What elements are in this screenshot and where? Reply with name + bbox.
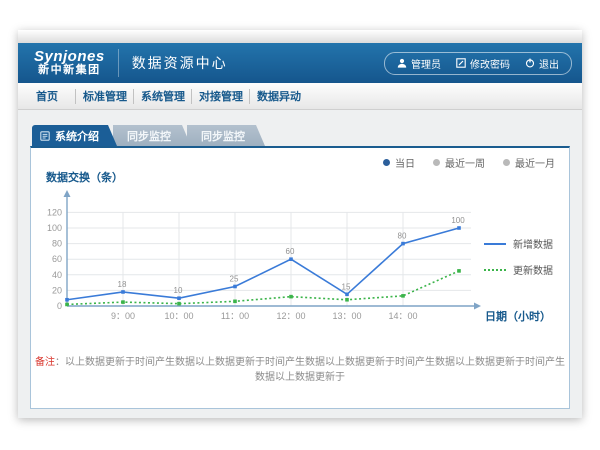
time-range-radios: 当日 最近一周 最近一月 bbox=[383, 155, 555, 170]
tab-system-intro[interactable]: 系统介绍 bbox=[32, 125, 117, 146]
top-strip bbox=[18, 30, 582, 43]
radio-label: 最近一月 bbox=[515, 155, 555, 170]
svg-text:13：00: 13：00 bbox=[332, 311, 361, 321]
content-area: 系统介绍 同步监控 同步监控 当日 最近一周 bbox=[18, 110, 582, 409]
svg-text:10: 10 bbox=[174, 286, 183, 295]
logo: Synjones 新中新集团 bbox=[34, 49, 119, 76]
logout-label: 退出 bbox=[539, 56, 559, 71]
svg-text:14：00: 14：00 bbox=[388, 311, 417, 321]
logo-text: Synjones bbox=[34, 49, 105, 65]
nav-item-interface-mgmt[interactable]: 对接管理 bbox=[192, 83, 250, 109]
radio-today[interactable]: 当日 bbox=[383, 155, 415, 170]
svg-text:18: 18 bbox=[118, 280, 127, 289]
svg-text:100: 100 bbox=[47, 223, 62, 233]
svg-text:60: 60 bbox=[52, 254, 62, 264]
logo-subtext: 新中新集团 bbox=[34, 65, 105, 77]
tab-sync-monitor-2[interactable]: 同步监控 bbox=[187, 125, 265, 146]
logout-button[interactable]: 退出 bbox=[525, 56, 559, 71]
svg-text:40: 40 bbox=[52, 270, 62, 280]
tab-label: 系统介绍 bbox=[55, 128, 99, 144]
user-icon bbox=[397, 58, 407, 68]
footnote: 备注：以上数据更新于时间产生数据以上数据更新于时间产生数据以上数据更新于时间产生… bbox=[31, 353, 569, 383]
legend-item-update-data[interactable]: 更新数据 bbox=[484, 262, 553, 277]
y-axis-title: 数据交换（条） bbox=[46, 169, 123, 185]
nav-item-home[interactable]: 首页 bbox=[18, 83, 76, 109]
change-password-label: 修改密码 bbox=[470, 56, 510, 71]
svg-text:100: 100 bbox=[451, 216, 465, 225]
document-icon bbox=[40, 131, 50, 141]
tab-sync-monitor-1[interactable]: 同步监控 bbox=[113, 125, 191, 146]
svg-text:60: 60 bbox=[286, 247, 295, 256]
change-password-button[interactable]: 修改密码 bbox=[456, 56, 510, 71]
tab-label: 同步监控 bbox=[201, 128, 245, 144]
footnote-label: 备注 bbox=[35, 357, 55, 368]
user-menu[interactable]: 管理员 bbox=[397, 56, 441, 71]
nav-item-standard-mgmt[interactable]: 标准管理 bbox=[76, 83, 134, 109]
main-nav: 首页 标准管理 系统管理 对接管理 数据异动 bbox=[18, 83, 582, 110]
radio-last-week[interactable]: 最近一周 bbox=[433, 155, 485, 170]
blue-line-icon bbox=[484, 243, 506, 245]
radio-label: 最近一周 bbox=[445, 155, 485, 170]
svg-text:120: 120 bbox=[47, 207, 62, 217]
tab-label: 同步监控 bbox=[127, 128, 171, 144]
user-toolbar: 管理员 修改密码 退出 bbox=[384, 52, 572, 75]
svg-text:9：00: 9：00 bbox=[111, 311, 135, 321]
edit-icon bbox=[456, 58, 466, 68]
svg-text:10：00: 10：00 bbox=[164, 311, 193, 321]
svg-text:25: 25 bbox=[230, 275, 239, 284]
legend-item-new-data[interactable]: 新增数据 bbox=[484, 236, 553, 251]
radio-dot-icon bbox=[503, 159, 510, 166]
radio-last-month[interactable]: 最近一月 bbox=[503, 155, 555, 170]
legend-label: 更新数据 bbox=[513, 262, 553, 277]
nav-item-system-mgmt[interactable]: 系统管理 bbox=[134, 83, 192, 109]
legend-label: 新增数据 bbox=[513, 236, 553, 251]
svg-text:80: 80 bbox=[398, 232, 407, 241]
svg-text:11：00: 11：00 bbox=[221, 311, 249, 321]
svg-text:0: 0 bbox=[57, 301, 62, 311]
svg-text:80: 80 bbox=[52, 239, 62, 249]
svg-text:15: 15 bbox=[342, 282, 351, 291]
power-icon bbox=[525, 58, 535, 68]
footnote-text: ：以上数据更新于时间产生数据以上数据更新于时间产生数据以上数据更新于时间产生数据… bbox=[55, 357, 565, 383]
svg-text:12：00: 12：00 bbox=[276, 311, 305, 321]
header: Synjones 新中新集团 数据资源中心 管理员 修改密码 退出 bbox=[18, 43, 582, 83]
green-dotted-line-icon bbox=[484, 269, 506, 271]
svg-text:20: 20 bbox=[52, 285, 62, 295]
radio-dot-icon bbox=[383, 159, 390, 166]
radio-dot-icon bbox=[433, 159, 440, 166]
radio-label: 当日 bbox=[395, 155, 415, 170]
svg-text:日期（小时）: 日期（小时） bbox=[485, 309, 551, 323]
user-name: 管理员 bbox=[411, 56, 441, 71]
series-legend: 新增数据 更新数据 bbox=[484, 236, 553, 288]
tab-bar: 系统介绍 同步监控 同步监控 bbox=[32, 125, 570, 146]
chart-panel: 当日 最近一周 最近一月 数据交换（条） 0 20 40 60 80 100 120 9：00… bbox=[30, 146, 570, 409]
nav-item-data-changes[interactable]: 数据异动 bbox=[250, 83, 308, 109]
page-title: 数据资源中心 bbox=[132, 53, 228, 73]
app-window: Synjones 新中新集团 数据资源中心 管理员 修改密码 退出 首页 标准管… bbox=[18, 30, 582, 418]
